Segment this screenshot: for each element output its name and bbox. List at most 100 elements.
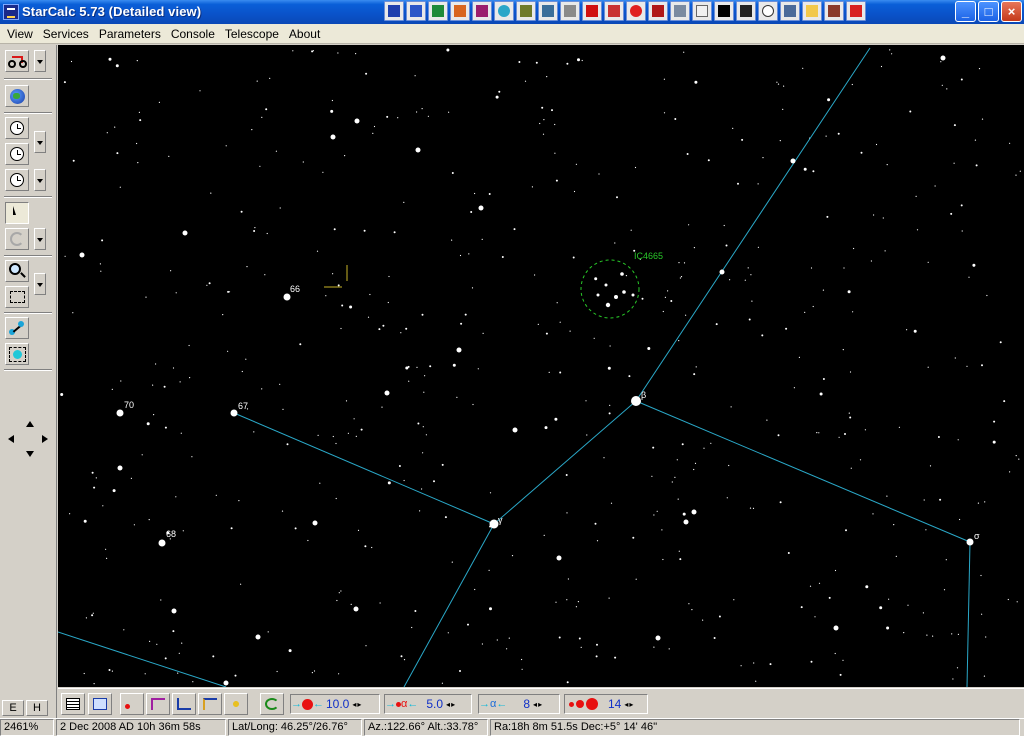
book-icon[interactable] bbox=[736, 1, 756, 21]
constellation-names-button[interactable] bbox=[198, 693, 222, 715]
faint-star bbox=[240, 583, 242, 585]
spin-arrows[interactable]: ◂▸ bbox=[623, 700, 635, 709]
faint-star bbox=[130, 477, 132, 479]
boundaries-button[interactable] bbox=[172, 693, 196, 715]
powerpoint-icon[interactable] bbox=[450, 1, 470, 21]
excel-icon[interactable] bbox=[428, 1, 448, 21]
faint-star bbox=[929, 465, 932, 467]
star-70[interactable] bbox=[116, 409, 124, 417]
maximize-button[interactable]: □ bbox=[978, 1, 999, 22]
star-66[interactable] bbox=[283, 293, 291, 301]
link-tool-button[interactable] bbox=[5, 317, 29, 339]
star-beta[interactable] bbox=[631, 396, 641, 406]
network-icon[interactable] bbox=[494, 1, 514, 21]
magnitude-limit-value[interactable]: 10.0 bbox=[324, 697, 351, 711]
n-icon[interactable] bbox=[582, 1, 602, 21]
time-forward-button[interactable] bbox=[5, 117, 29, 139]
pan-down-icon[interactable] bbox=[26, 451, 34, 457]
planets-button[interactable] bbox=[224, 693, 248, 715]
motion-dropdown[interactable] bbox=[34, 50, 46, 72]
close-button[interactable]: × bbox=[1001, 1, 1022, 22]
time-mode-dropdown[interactable] bbox=[34, 169, 46, 191]
label-limit-spinner[interactable]: → α ← 5.0 ◂▸ bbox=[384, 694, 472, 714]
star-sigma[interactable] bbox=[966, 538, 974, 546]
datetime-status: 2 Dec 2008 AD 10h 36m 58s bbox=[56, 719, 226, 736]
app-launcher-icon[interactable] bbox=[384, 1, 404, 21]
alpha-value[interactable]: 8 bbox=[521, 697, 532, 711]
publisher-icon[interactable] bbox=[472, 1, 492, 21]
star-labels-button[interactable] bbox=[120, 693, 144, 715]
folder-icon[interactable] bbox=[802, 1, 822, 21]
e-button[interactable]: E bbox=[2, 700, 24, 716]
briefcase-icon[interactable] bbox=[824, 1, 844, 21]
spin-arrows[interactable]: ◂▸ bbox=[445, 700, 457, 709]
faint-star bbox=[798, 356, 801, 358]
faint-star bbox=[1018, 458, 1020, 460]
star-67[interactable] bbox=[230, 409, 238, 417]
terminal-icon[interactable] bbox=[714, 1, 734, 21]
globe-button[interactable] bbox=[5, 85, 29, 107]
clock-plus-icon bbox=[10, 121, 24, 135]
faint-star bbox=[93, 486, 96, 489]
slides-icon[interactable] bbox=[604, 1, 624, 21]
pointer-tool-button[interactable] bbox=[5, 202, 29, 224]
magnitude-limit-spinner[interactable]: → ← 10.0 ◂▸ bbox=[290, 694, 380, 714]
faint-star bbox=[253, 431, 255, 433]
faint-star bbox=[872, 513, 874, 515]
sky-map[interactable]: IC4665 66 70 67 68 β γ σ bbox=[58, 45, 1024, 687]
faint-star bbox=[957, 633, 960, 636]
zoom-dropdown[interactable] bbox=[34, 273, 46, 295]
star-size-value[interactable]: 14 bbox=[606, 697, 623, 711]
time-current-button[interactable] bbox=[5, 143, 29, 165]
faint-star bbox=[83, 519, 87, 523]
faint-star bbox=[999, 341, 1002, 344]
clock-icon[interactable] bbox=[758, 1, 778, 21]
zoom-tool-button[interactable] bbox=[5, 260, 29, 282]
notepad-icon[interactable] bbox=[692, 1, 712, 21]
pan-left-icon[interactable] bbox=[8, 435, 14, 443]
document-icon[interactable] bbox=[560, 1, 580, 21]
alpha-spinner[interactable]: → α ← 8 ◂▸ bbox=[478, 694, 560, 714]
car-icon[interactable] bbox=[846, 1, 866, 21]
c-icon[interactable] bbox=[626, 1, 646, 21]
constellation-lines-button[interactable] bbox=[146, 693, 170, 715]
cursor-arrow-icon bbox=[13, 206, 16, 215]
menu-services[interactable]: Services bbox=[38, 27, 94, 41]
star-size-spinner[interactable]: 14 ◂▸ bbox=[564, 694, 648, 714]
h-button[interactable]: H bbox=[26, 700, 48, 716]
rotate-tool-button[interactable] bbox=[5, 228, 29, 250]
chart-view-button[interactable] bbox=[88, 693, 112, 715]
rotate-dropdown[interactable] bbox=[34, 228, 46, 250]
tools-icon[interactable] bbox=[538, 1, 558, 21]
minimize-button[interactable]: _ bbox=[955, 1, 976, 22]
motion-button[interactable] bbox=[5, 50, 29, 72]
app-icon[interactable] bbox=[3, 4, 19, 20]
pan-up-icon[interactable] bbox=[26, 421, 34, 427]
cards-icon[interactable] bbox=[648, 1, 668, 21]
faint-star bbox=[164, 657, 167, 660]
spin-arrows[interactable]: ◂▸ bbox=[351, 700, 363, 709]
time-backward-button[interactable] bbox=[5, 169, 29, 191]
rect-select-button[interactable] bbox=[5, 286, 29, 308]
cluster-ic4665[interactable]: IC4665 bbox=[580, 251, 663, 319]
star-68[interactable] bbox=[158, 539, 166, 547]
table-view-button[interactable] bbox=[61, 693, 85, 715]
menu-view[interactable]: View bbox=[2, 27, 38, 41]
puzzle-icon[interactable] bbox=[516, 1, 536, 21]
menu-parameters[interactable]: Parameters bbox=[94, 27, 166, 41]
faint-star bbox=[647, 347, 651, 350]
menu-console[interactable]: Console bbox=[166, 27, 220, 41]
word-icon[interactable] bbox=[406, 1, 426, 21]
camera-icon[interactable] bbox=[780, 1, 800, 21]
menu-about[interactable]: About bbox=[284, 27, 325, 41]
pan-right-icon[interactable] bbox=[42, 435, 48, 443]
object-select-button[interactable] bbox=[5, 343, 29, 365]
spin-arrows[interactable]: ◂▸ bbox=[532, 700, 544, 709]
label-limit-value[interactable]: 5.0 bbox=[424, 697, 445, 711]
faint-star bbox=[693, 373, 696, 376]
usb-icon[interactable] bbox=[670, 1, 690, 21]
refresh-button[interactable] bbox=[260, 693, 284, 715]
time-step-dropdown[interactable] bbox=[34, 131, 46, 153]
faint-star bbox=[545, 332, 548, 335]
menu-telescope[interactable]: Telescope bbox=[220, 27, 284, 41]
